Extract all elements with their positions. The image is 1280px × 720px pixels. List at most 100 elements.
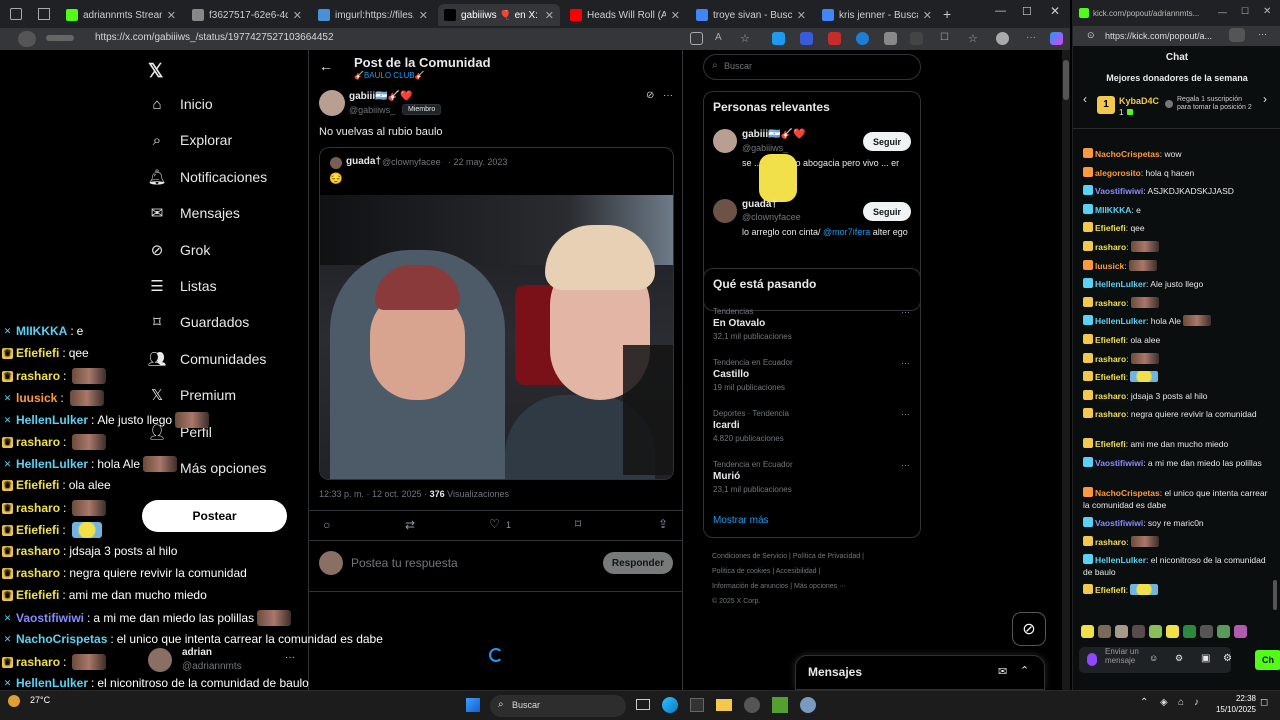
- footer-link[interactable]: Más opciones ···: [794, 583, 846, 590]
- trend-item[interactable]: Deportes · Tendencia Icardi 4.820 public…: [713, 409, 913, 443]
- chat-username[interactable]: Efiefiefi: [1095, 585, 1126, 595]
- close-tab-icon[interactable]: ✕: [167, 9, 176, 22]
- reply-icon[interactable]: ○: [323, 518, 330, 532]
- nav-item-bell[interactable]: 🔔︎ Notificaciones: [147, 168, 267, 186]
- emote-icon[interactable]: [1200, 625, 1213, 638]
- nav-item-more[interactable]: ⋯ Más opciones: [148, 459, 267, 477]
- app-icon[interactable]: [772, 697, 788, 713]
- chat-username[interactable]: MIIKKKA: [1095, 205, 1131, 215]
- quote-photo[interactable]: [320, 195, 673, 479]
- clock-date[interactable]: 15/10/2025: [1208, 705, 1256, 714]
- nav-item-x[interactable]: 𝕏 Premium: [148, 386, 236, 404]
- person-name[interactable]: guada†: [742, 199, 777, 210]
- chat-username[interactable]: Efiefiefi: [1095, 335, 1126, 345]
- author-name[interactable]: gabiii🇦🇷🎸❤️: [349, 91, 412, 102]
- footer-link[interactable]: Política de cookies: [712, 568, 770, 575]
- obs-icon[interactable]: [744, 697, 760, 713]
- scrollbar[interactable]: [1062, 50, 1070, 690]
- close-window-icon[interactable]: ✕: [1050, 4, 1060, 18]
- nav-item-grok[interactable]: ⊘ Grok: [148, 241, 211, 259]
- emote-icon[interactable]: [1115, 625, 1128, 638]
- chat-username[interactable]: luusick: [1095, 261, 1124, 271]
- apps-icon[interactable]: [690, 32, 703, 45]
- tab-x[interactable]: gabiiiws 🎈 en X: "No vu ✕: [438, 4, 560, 26]
- bookmark-icon[interactable]: ⌑: [575, 517, 581, 531]
- notifications-icon[interactable]: ◻: [1260, 697, 1268, 708]
- tray-chevron-icon[interactable]: ⌃: [1140, 697, 1148, 708]
- emote-icon[interactable]: [1234, 625, 1247, 638]
- minimize-icon[interactable]: —: [1218, 7, 1227, 17]
- file-explorer-icon[interactable]: [716, 699, 732, 711]
- maximize-icon[interactable]: ☐: [1241, 6, 1249, 17]
- nav-item-bookmark[interactable]: ⌑ Guardados: [148, 313, 249, 331]
- chat-username[interactable]: rasharo: [1095, 242, 1126, 252]
- back-arrow-icon[interactable]: ←: [319, 58, 333, 74]
- quoted-post[interactable]: guada† @clownyfacee · 22 may. 2023 😔: [319, 147, 674, 480]
- weather-temp[interactable]: 27°C: [30, 695, 50, 705]
- emote-icon[interactable]: [1081, 625, 1094, 638]
- chat-username[interactable]: Vaostifiwiwi: [1095, 186, 1143, 196]
- footer-link[interactable]: Condiciones de Servicio: [712, 553, 787, 560]
- account-avatar[interactable]: [148, 648, 172, 672]
- emote-icon[interactable]: [1132, 625, 1145, 638]
- person-name[interactable]: gabiii🇦🇷🎸❤️: [742, 129, 805, 140]
- grok-floating-icon[interactable]: ⊘: [1012, 612, 1046, 646]
- tab-search[interactable]: imgurl:https://files.kick.co ✕: [312, 4, 434, 26]
- tracking-icon[interactable]: [1229, 28, 1245, 42]
- more-icon[interactable]: ···: [1026, 32, 1039, 45]
- emote-icon[interactable]: [1166, 625, 1179, 638]
- like-icon[interactable]: ♡: [489, 517, 500, 531]
- profile-avatar[interactable]: [18, 31, 36, 47]
- trend-more-icon[interactable]: ···: [901, 409, 910, 419]
- trend-item[interactable]: Tendencias En Otavalo 32,1 mil publicaci…: [713, 307, 913, 341]
- settings-icon[interactable]: ⚙: [1175, 653, 1183, 664]
- chat-username[interactable]: rasharo: [1095, 391, 1126, 401]
- repost-icon[interactable]: ⇄: [405, 518, 415, 532]
- chat-username[interactable]: Efiefiefi: [1095, 439, 1126, 449]
- tab-kick[interactable]: adriannmts Stream - Watch ✕: [60, 4, 182, 26]
- chat-username[interactable]: HellenLulker: [1095, 316, 1146, 326]
- emote-picker-icon[interactable]: ☺: [1149, 653, 1158, 663]
- expand-up-icon[interactable]: ⌃: [1020, 664, 1029, 677]
- store-icon[interactable]: [690, 698, 704, 712]
- trend-item[interactable]: Tendencia en Ecuador Castillo 19 mil pub…: [713, 358, 913, 392]
- chat-username[interactable]: HellenLulker: [1095, 279, 1146, 289]
- close-tab-icon[interactable]: ✕: [671, 9, 680, 22]
- close-tab-icon[interactable]: ✕: [923, 9, 932, 22]
- chat-scrollbar[interactable]: [1273, 580, 1277, 610]
- person-avatar[interactable]: [713, 199, 737, 223]
- favorites-icon[interactable]: ☆: [968, 32, 981, 45]
- emote-icon[interactable]: [1217, 625, 1230, 638]
- close-tab-icon[interactable]: ✕: [545, 9, 554, 22]
- gift-box-icon[interactable]: ▣: [1201, 653, 1210, 664]
- nav-item-search[interactable]: ⌕ Explorar: [148, 131, 232, 149]
- volume-icon[interactable]: ♪: [1194, 697, 1199, 708]
- share-icon[interactable]: ⇪: [658, 517, 668, 531]
- extensions-puzzle-icon[interactable]: [910, 32, 923, 45]
- trend-item[interactable]: Tendencia en Ecuador Murió 23,1 mil publ…: [713, 460, 913, 494]
- x-logo-icon[interactable]: 𝕏: [148, 60, 163, 83]
- copilot-icon[interactable]: [1050, 32, 1063, 45]
- scrollbar-thumb[interactable]: [1063, 60, 1069, 100]
- post-button[interactable]: Postear: [142, 500, 287, 532]
- kick-url[interactable]: https://kick.com/popout/a...: [1105, 31, 1212, 41]
- grok-icon[interactable]: ⊘: [646, 90, 654, 101]
- read-aloud-icon[interactable]: A: [715, 32, 728, 45]
- community-link[interactable]: 🎸BAULO CLUB🎸: [354, 71, 425, 80]
- favorite-star-icon[interactable]: ☆: [740, 32, 753, 45]
- taskbar-search[interactable]: ⌕ Buscar: [490, 695, 626, 717]
- prev-arrow-icon[interactable]: ‹: [1083, 92, 1087, 106]
- nav-item-list[interactable]: ☰ Listas: [148, 277, 216, 295]
- weather-icon[interactable]: [8, 695, 20, 707]
- chat-username[interactable]: NachoCrispetas: [1095, 488, 1160, 498]
- author-handle[interactable]: @gabiiiws_: [349, 105, 395, 115]
- account-name[interactable]: adrian: [182, 647, 212, 658]
- mic-icon[interactable]: [1087, 653, 1097, 666]
- profile-icon[interactable]: [996, 32, 1009, 45]
- follow-button[interactable]: Seguir: [863, 202, 911, 221]
- chat-username[interactable]: rasharo: [1095, 354, 1126, 364]
- search-field[interactable]: ⌕ Buscar: [703, 54, 921, 80]
- reply-input[interactable]: Postea tu respuesta: [351, 556, 458, 570]
- workspaces-icon[interactable]: [10, 8, 22, 20]
- close-tab-icon[interactable]: ✕: [797, 9, 806, 22]
